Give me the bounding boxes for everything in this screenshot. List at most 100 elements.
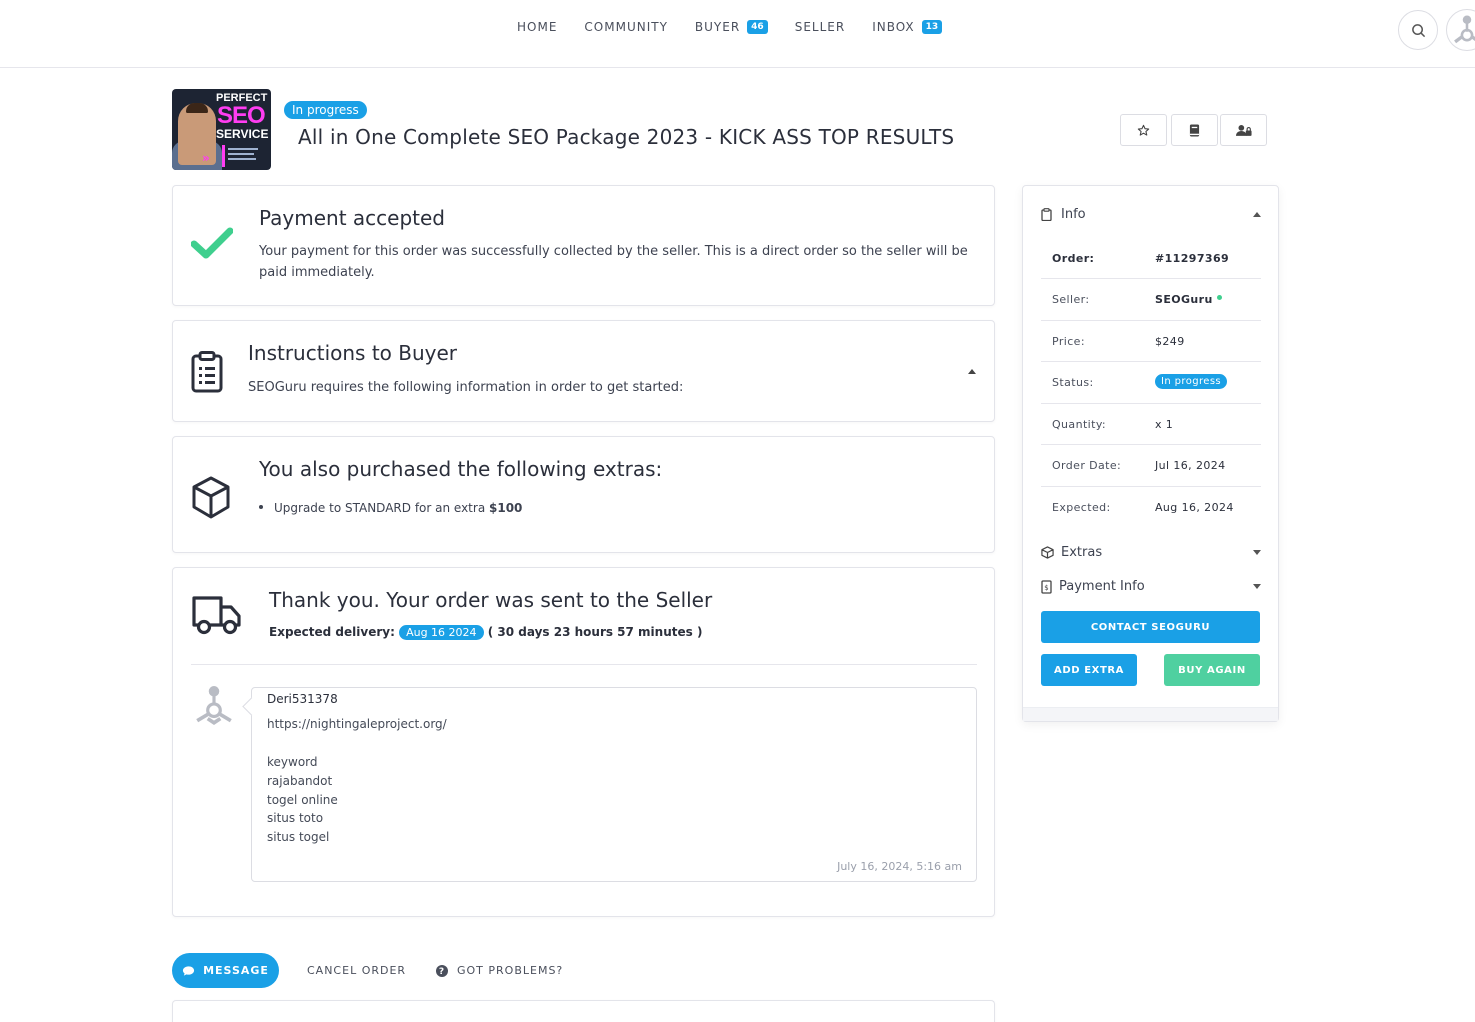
main-nav: HOME COMMUNITY BUYER 46 SELLER INBOX 13 <box>517 20 969 34</box>
expected-label: Expected: <box>1052 501 1111 514</box>
seller-label: Seller: <box>1052 293 1090 306</box>
expected-delivery: Expected delivery: Aug 16 2024 ( 30 days… <box>269 625 702 640</box>
favorite-button[interactable] <box>1120 114 1167 146</box>
buy-again-label: BUY AGAIN <box>1178 664 1246 676</box>
delivery-remaining: ( 30 days 23 hours 57 minutes ) <box>487 625 703 639</box>
info-row-quantity: Quantity: x 1 <box>1041 404 1261 445</box>
user-lock-icon <box>1235 124 1252 136</box>
message-line: situs togel <box>267 830 330 844</box>
info-row-order-date: Order Date: Jul 16, 2024 <box>1041 445 1261 487</box>
contact-seller-button[interactable]: CONTACT SEOGURU <box>1041 611 1260 643</box>
extras-item: Upgrade to STANDARD for an extra $100 <box>259 498 522 519</box>
gig-thumbnail: PERFECT SEO SERVICE » <box>172 89 271 170</box>
info-caret-icon[interactable] <box>1253 212 1261 217</box>
sidebar-status-badge: In progress <box>1155 374 1228 389</box>
seller-value[interactable]: SEOGuru <box>1155 293 1222 306</box>
thumb-decoration <box>222 145 266 167</box>
truck-icon <box>192 596 241 635</box>
buyer-count-badge: 46 <box>747 20 768 34</box>
svg-text:?: ? <box>439 967 445 977</box>
order-date-value: Jul 16, 2024 <box>1155 459 1226 472</box>
extras-header[interactable]: Extras <box>1041 545 1102 560</box>
svg-text:$: $ <box>1044 584 1048 592</box>
extras-card: You also purchased the following extras:… <box>172 436 995 553</box>
nav-inbox[interactable]: INBOX 13 <box>872 20 943 34</box>
info-header[interactable]: Info <box>1041 207 1086 222</box>
message-bubble: Deri531378 https://nightingaleproject.or… <box>251 687 977 882</box>
expected-value: Aug 16, 2024 <box>1155 501 1234 514</box>
nav-community[interactable]: COMMUNITY <box>584 20 668 34</box>
add-extra-label: ADD EXTRA <box>1053 664 1125 676</box>
user-avatar[interactable] <box>1446 9 1475 51</box>
got-problems-link[interactable]: ? GOT PROBLEMS? <box>436 964 563 977</box>
sidebar-footer <box>1023 707 1278 721</box>
order-value: #11297369 <box>1155 252 1230 265</box>
message-line: rajabandot <box>267 774 333 788</box>
message-line: keyword <box>267 755 318 769</box>
expected-delivery-label: Expected delivery: <box>269 625 395 639</box>
thumb-person <box>178 103 216 165</box>
contact-seller-label: CONTACT SEOGURU <box>1090 621 1211 633</box>
nav-home[interactable]: HOME <box>517 20 557 34</box>
instructions-card[interactable]: Instructions to Buyer SEOGuru requires t… <box>172 320 995 422</box>
payment-info-title: Payment Info <box>1059 579 1145 594</box>
info-row-expected: Expected: Aug 16, 2024 <box>1041 487 1261 528</box>
top-navbar: HOME COMMUNITY BUYER 46 SELLER INBOX 13 <box>0 0 1475 68</box>
delivery-date-badge: Aug 16 2024 <box>399 625 484 640</box>
checkmark-icon <box>191 227 233 259</box>
extras-title: You also purchased the following extras: <box>259 457 663 481</box>
caret-up-icon[interactable] <box>968 369 976 374</box>
user-privacy-button[interactable] <box>1220 114 1267 146</box>
page-title: All in One Complete SEO Package 2023 - K… <box>298 125 955 149</box>
seller-name: SEOGuru <box>1155 293 1213 306</box>
cancel-order-link[interactable]: CANCEL ORDER <box>307 964 406 977</box>
order-sidebar: Info Order: #11297369 Seller: SEOGuru Pr… <box>1022 185 1279 722</box>
bookmark-button[interactable] <box>1171 114 1218 146</box>
message-line: situs toto <box>267 811 324 825</box>
payment-info-caret-icon[interactable] <box>1253 584 1261 589</box>
info-row-status: Status: In progress <box>1041 362 1261 404</box>
thumb-arrow-icon: » <box>202 151 210 165</box>
message-line: togel online <box>267 793 338 807</box>
nav-buyer-label: BUYER <box>694 20 741 34</box>
info-row-seller: Seller: SEOGuru <box>1041 279 1261 321</box>
extras-item-price: $100 <box>489 501 523 515</box>
search-button[interactable] <box>1398 10 1438 50</box>
message-button[interactable]: MESSAGE <box>172 953 279 988</box>
info-row-order: Order: #11297369 <box>1041 238 1261 279</box>
instructions-title: Instructions to Buyer <box>248 341 458 365</box>
price-label: Price: <box>1052 335 1085 348</box>
receipt-icon: $ <box>1041 579 1052 594</box>
question-circle-icon: ? <box>436 964 448 977</box>
divider <box>191 664 977 665</box>
status-label: Status: <box>1052 376 1094 389</box>
quantity-value: x 1 <box>1155 418 1174 431</box>
search-icon <box>1411 23 1425 37</box>
nav-seller[interactable]: SELLER <box>795 20 846 34</box>
extras-section-title: Extras <box>1061 545 1103 560</box>
header-status: In progress <box>284 99 367 119</box>
cancel-order-label: CANCEL ORDER <box>307 964 407 977</box>
payment-card: Payment accepted Your payment for this o… <box>172 185 995 306</box>
payment-title: Payment accepted <box>259 206 446 230</box>
avatar-icon <box>1454 15 1475 44</box>
online-status-dot <box>1216 295 1222 300</box>
clipboard-list-icon <box>191 351 223 393</box>
chat-bubble-icon <box>182 965 195 976</box>
instructions-text: SEOGuru requires the following informati… <box>248 380 684 395</box>
thumb-line3: SERVICE <box>216 127 269 141</box>
payment-text: Your payment for this order was successf… <box>259 244 968 280</box>
extras-caret-icon[interactable] <box>1253 550 1261 555</box>
add-extra-button[interactable]: ADD EXTRA <box>1041 654 1137 686</box>
message-button-label: MESSAGE <box>203 964 269 977</box>
delivery-card: Thank you. Your order was sent to the Se… <box>172 567 995 917</box>
order-label: Order: <box>1052 252 1095 265</box>
message-author: Deri531378 <box>267 692 338 706</box>
delivery-title: Thank you. Your order was sent to the Se… <box>269 588 713 612</box>
nav-buyer[interactable]: BUYER 46 <box>695 20 768 34</box>
quantity-label: Quantity: <box>1052 418 1107 431</box>
payment-info-header[interactable]: $ Payment Info <box>1041 579 1145 594</box>
clipboard-icon <box>1041 208 1052 221</box>
cube-icon <box>1041 546 1054 559</box>
buy-again-button[interactable]: BUY AGAIN <box>1164 654 1260 686</box>
